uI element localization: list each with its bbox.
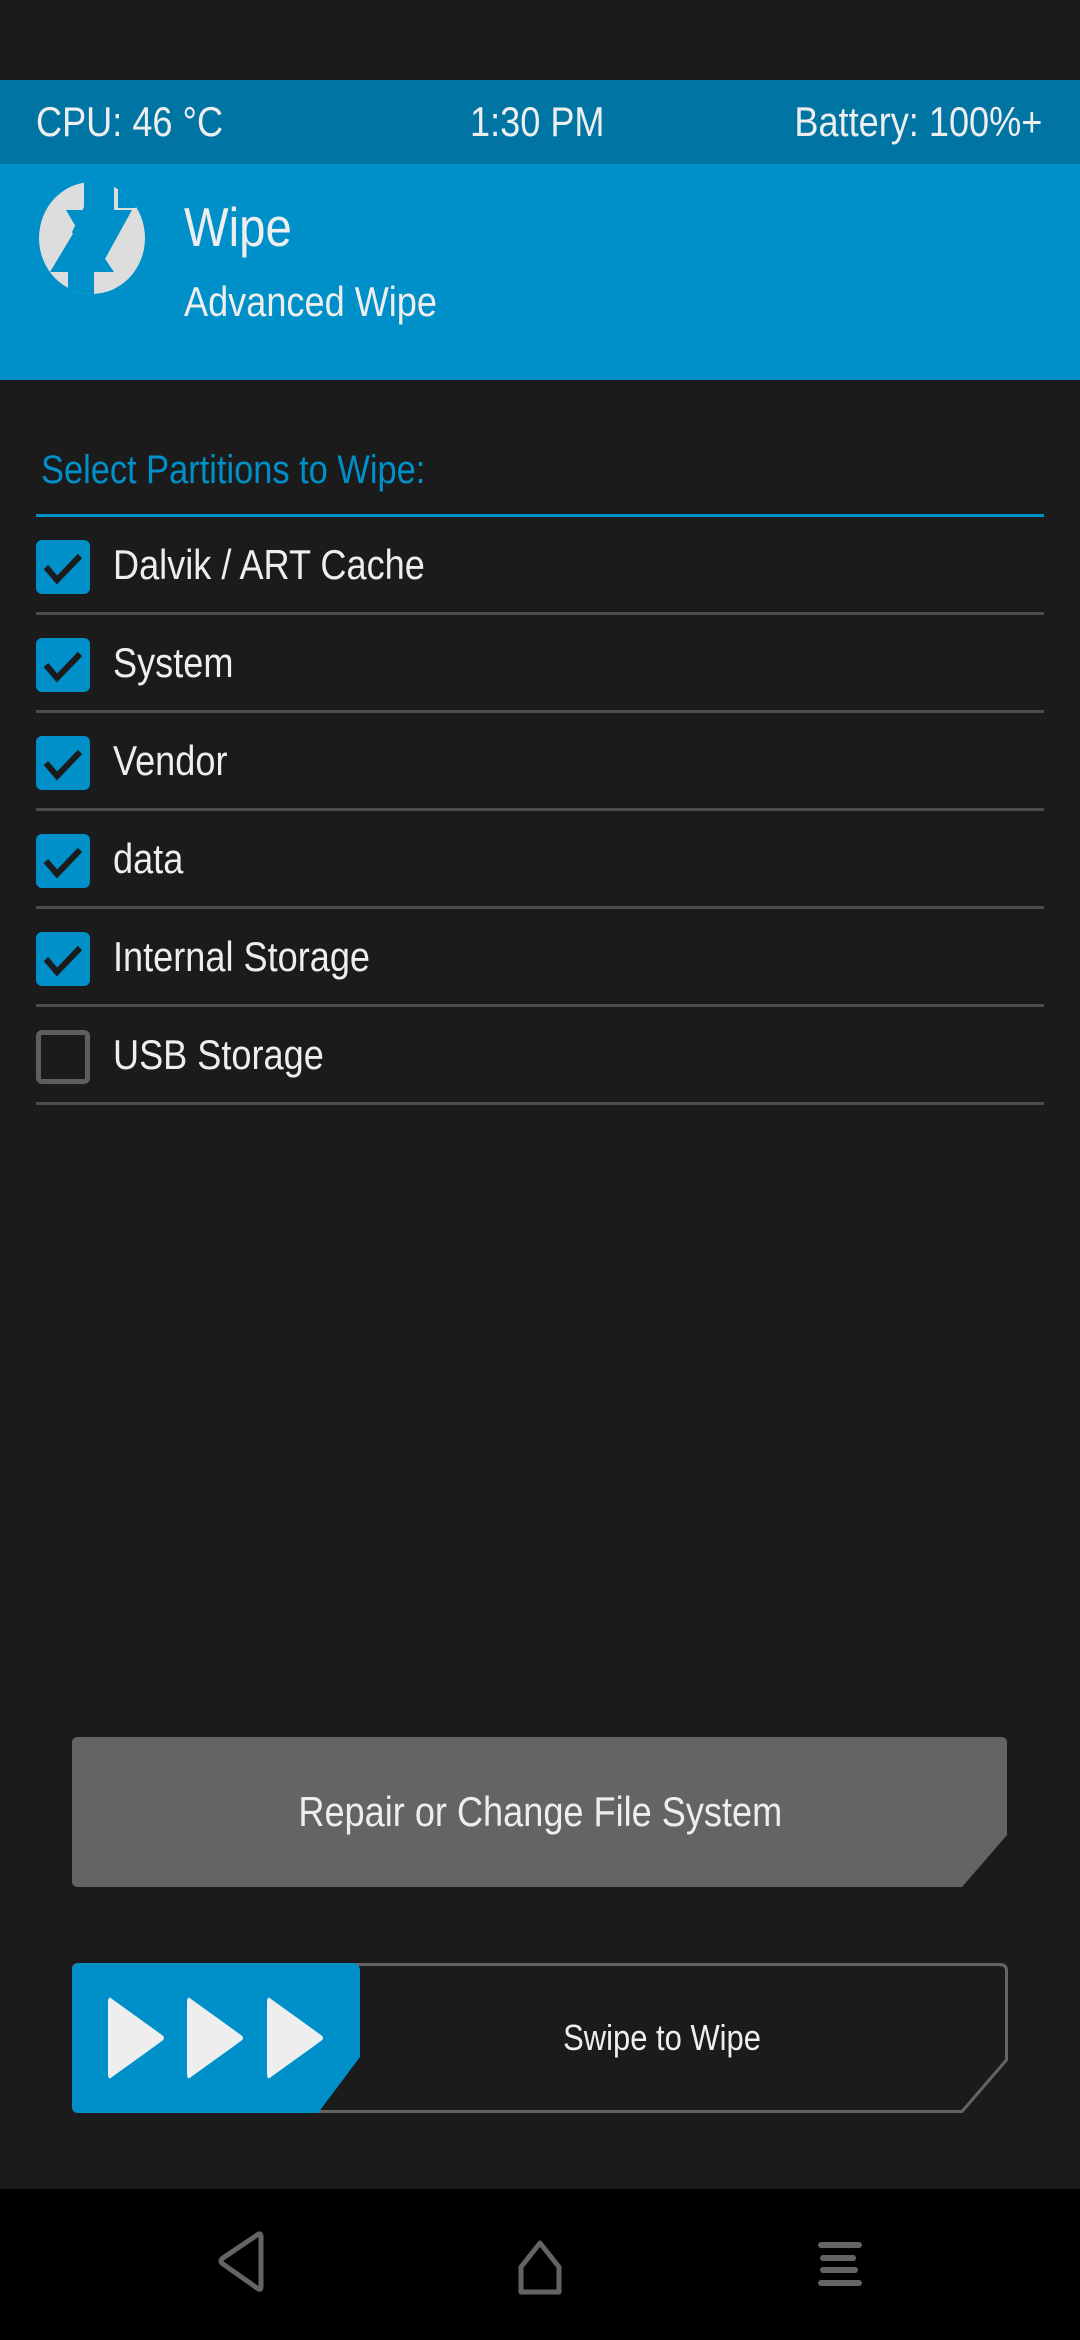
- section-title-text: Select Partitions to Wipe:: [41, 448, 426, 492]
- swipe-to-wipe-slider[interactable]: Swipe to Wipe: [72, 1963, 1008, 2113]
- partition-label: Dalvik / ART Cache: [113, 517, 476, 612]
- battery-text: Battery: 100%+: [794, 98, 1042, 145]
- status-bar: CPU: 46 °C 1:30 PM Battery: 100%+: [0, 80, 1080, 164]
- section-title: Select Partitions to Wipe:: [41, 440, 488, 500]
- swipe-label-text: Swipe to Wipe: [563, 2017, 761, 2058]
- checkmark-icon: [43, 945, 83, 977]
- checkmark-icon: [43, 847, 83, 879]
- page-subtitle-text: Advanced Wipe: [184, 278, 437, 325]
- partition-label-text: Internal Storage: [113, 933, 371, 980]
- partition-list: Dalvik / ART Cache System Vendor data In…: [36, 517, 1044, 1105]
- checkmark-icon: [43, 749, 83, 781]
- checkbox-data[interactable]: [36, 834, 90, 888]
- page-subtitle: Advanced Wipe: [184, 272, 478, 332]
- partition-row-system[interactable]: System: [36, 615, 1044, 713]
- partition-row-usb-storage[interactable]: USB Storage: [36, 1007, 1044, 1105]
- page-title-text: Wipe: [184, 196, 292, 258]
- page-title: Wipe: [184, 192, 309, 262]
- cpu-temperature: CPU: 46 °C: [36, 80, 254, 164]
- partition-label-text: USB Storage: [113, 1031, 324, 1078]
- checkbox-system[interactable]: [36, 638, 90, 692]
- cpu-temperature-text: CPU: 46 °C: [36, 98, 224, 145]
- header: Wipe Advanced Wipe: [0, 164, 1080, 380]
- checkbox-usb-storage[interactable]: [36, 1030, 90, 1084]
- repair-button-label: Repair or Change File System: [72, 1737, 1008, 1887]
- swipe-handle[interactable]: [72, 1963, 362, 2113]
- clock: 1:30 PM: [470, 80, 626, 164]
- swipe-label: Swipe to Wipe: [362, 1963, 962, 2113]
- menu-icon: [818, 2242, 862, 2286]
- partition-label: Internal Storage: [113, 909, 412, 1004]
- partition-label-text: System: [113, 639, 234, 686]
- partition-row-internal-storage[interactable]: Internal Storage: [36, 909, 1044, 1007]
- nav-menu-button[interactable]: [800, 2229, 880, 2299]
- partition-label-text: Vendor: [113, 737, 228, 784]
- partition-row-dalvik[interactable]: Dalvik / ART Cache: [36, 517, 1044, 615]
- battery-status: Battery: 100%+: [754, 80, 1042, 164]
- triple-chevron-right-icon: [108, 1997, 323, 2079]
- clock-text: 1:30 PM: [470, 98, 605, 145]
- partition-row-data[interactable]: data: [36, 811, 1044, 909]
- home-icon: [518, 2240, 562, 2295]
- navigation-bar: [0, 2189, 1080, 2340]
- partition-label: System: [113, 615, 253, 710]
- checkmark-icon: [43, 553, 83, 585]
- twrp-logo-icon: [39, 182, 145, 294]
- partition-label-text: data: [113, 835, 184, 882]
- checkbox-dalvik[interactable]: [36, 540, 90, 594]
- partition-label-text: Dalvik / ART Cache: [113, 541, 425, 588]
- partition-label: data: [113, 811, 195, 906]
- checkmark-icon: [43, 651, 83, 683]
- partition-row-vendor[interactable]: Vendor: [36, 713, 1044, 811]
- partition-label: USB Storage: [113, 1007, 358, 1102]
- back-icon: [218, 2231, 264, 2292]
- nav-home-button[interactable]: [500, 2229, 580, 2299]
- partition-label: Vendor: [113, 713, 246, 808]
- nav-back-button[interactable]: [201, 2229, 281, 2299]
- checkbox-vendor[interactable]: [36, 736, 90, 790]
- repair-button-label-text: Repair or Change File System: [298, 1788, 782, 1835]
- top-strip: [0, 0, 1080, 80]
- repair-change-filesystem-button[interactable]: Repair or Change File System: [72, 1737, 1008, 1887]
- checkbox-internal-storage[interactable]: [36, 932, 90, 986]
